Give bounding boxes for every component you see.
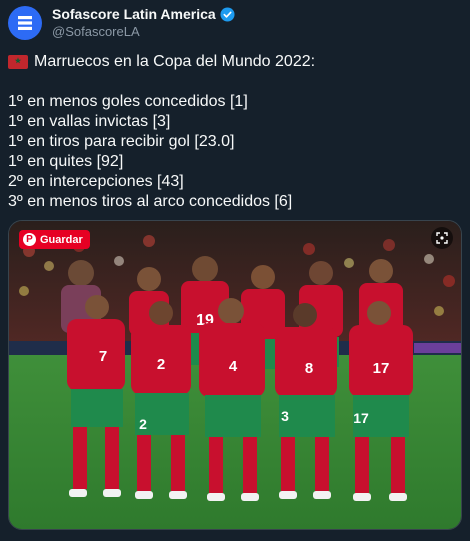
sofascore-logo-icon: [18, 16, 32, 30]
stat-line: 1º en vallas invictas [3]: [8, 113, 171, 130]
team-photo: 19 7 2 2 4 8 3 17 17: [9, 221, 461, 529]
tweet-title: Marruecos en la Copa del Mundo 2022:: [34, 53, 316, 70]
account-handle[interactable]: @SofascoreLA: [52, 23, 235, 40]
stat-line: 2º en intercepciones [43]: [8, 173, 184, 190]
tweet-text: Marruecos en la Copa del Mundo 2022: 1º …: [8, 52, 463, 212]
stat-line: 1º en tiros para recibir gol [23.0]: [8, 133, 235, 150]
pinterest-save-button[interactable]: P Guardar: [19, 230, 90, 249]
svg-text:7: 7: [99, 348, 107, 365]
stat-line: 1º en quites [92]: [8, 153, 124, 170]
tweet-photo[interactable]: 19 7 2 2 4 8 3 17 17 P Guardar: [8, 220, 462, 530]
tweet-header: Sofascore Latin America @SofascoreLA: [8, 6, 235, 40]
tweet-title-line: Marruecos en la Copa del Mundo 2022:: [8, 52, 463, 72]
svg-text:8: 8: [305, 360, 313, 377]
save-label: Guardar: [40, 233, 83, 246]
pinterest-icon: P: [23, 233, 36, 246]
stat-line: 1º en menos goles concedidos [1]: [8, 93, 248, 110]
morocco-flag-icon: [8, 55, 28, 69]
verified-badge-icon: [220, 7, 235, 22]
display-name-text: Sofascore Latin America: [52, 6, 216, 22]
svg-text:17: 17: [373, 360, 390, 377]
avatar[interactable]: [8, 6, 42, 40]
svg-text:3: 3: [281, 408, 289, 424]
visual-search-icon: [436, 232, 448, 244]
svg-text:2: 2: [157, 356, 165, 373]
stat-line: 3º en menos tiros al arco concedidos [6]: [8, 193, 293, 210]
svg-text:2: 2: [139, 416, 147, 432]
svg-text:17: 17: [353, 410, 369, 426]
svg-text:4: 4: [229, 358, 238, 375]
visual-search-button[interactable]: [431, 227, 453, 249]
account-display-name[interactable]: Sofascore Latin America: [52, 6, 235, 23]
